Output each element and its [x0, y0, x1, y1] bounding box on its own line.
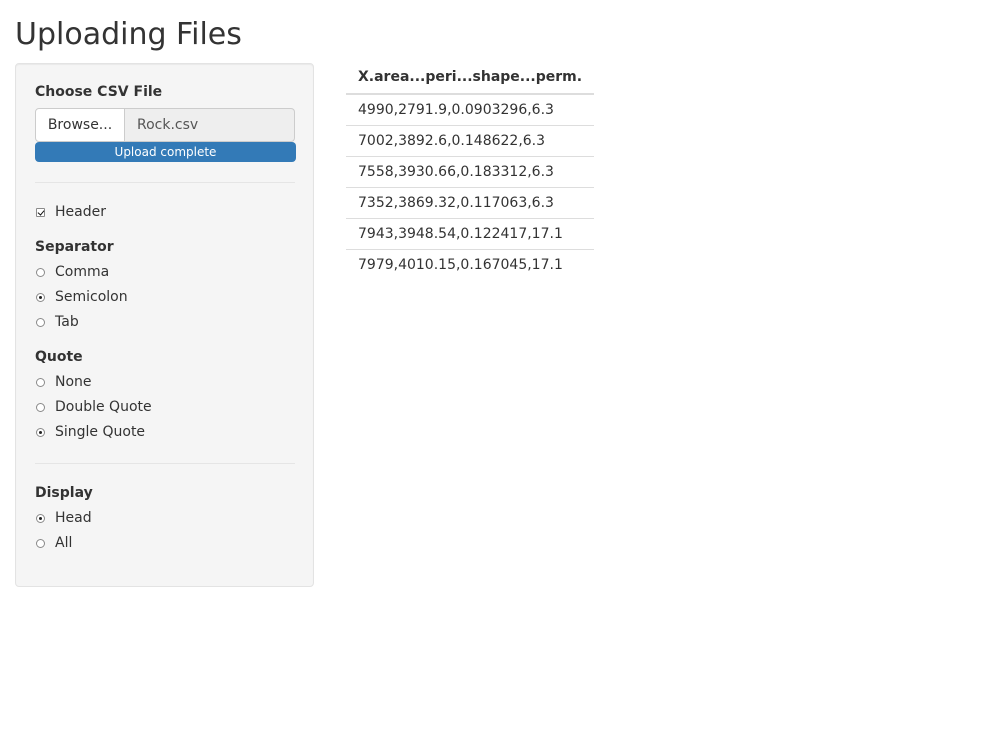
radio-button[interactable]: [36, 427, 45, 437]
table-cell: 7002,3892.6,0.148622,6.3: [346, 125, 595, 157]
radio-button[interactable]: [36, 513, 45, 523]
file-input-label: Choose CSV File: [35, 84, 163, 100]
header-checkbox[interactable]: [36, 207, 45, 217]
radio-label: Tab: [55, 314, 79, 330]
header-checkbox-label: Header: [55, 204, 106, 220]
radio-label: Double Quote: [55, 399, 152, 415]
radio-label: Semicolon: [55, 289, 128, 305]
page-title: Uploading Files: [15, 17, 242, 52]
radio-label: Comma: [55, 264, 110, 280]
radio-label: None: [55, 374, 92, 390]
table-cell: 7943,3948.54,0.122417,17.1: [346, 218, 595, 250]
radio-label: Single Quote: [55, 424, 146, 440]
radio-label: Head: [55, 510, 92, 526]
radio-button[interactable]: [36, 377, 45, 387]
display-option-all[interactable]: All: [35, 533, 72, 553]
table-row: 7943,3948.54,0.122417,17.1: [346, 218, 595, 250]
separator-label: Separator: [35, 239, 114, 255]
radio-button[interactable]: [36, 267, 45, 277]
table-row: 7979,4010.15,0.167045,17.1: [346, 249, 595, 280]
file-input-group: Browse... Rock.csv: [35, 108, 295, 142]
display-option-head[interactable]: Head: [35, 508, 92, 528]
display-label: Display: [35, 485, 93, 501]
sidebar-panel: Choose CSV File Browse... Rock.csv Uploa…: [15, 63, 314, 587]
radio-button[interactable]: [36, 538, 45, 548]
quote-option-none[interactable]: None: [35, 372, 92, 392]
divider: [35, 463, 295, 464]
header-checkbox-option[interactable]: Header: [35, 202, 106, 222]
quote-option-single[interactable]: Single Quote: [35, 422, 145, 442]
upload-progress-bar: Upload complete: [35, 142, 296, 162]
data-table: X.area...peri...shape...perm. 4990,2791.…: [346, 61, 595, 280]
radio-button[interactable]: [36, 292, 45, 302]
separator-option-semicolon[interactable]: Semicolon: [35, 287, 128, 307]
radio-label: All: [55, 535, 73, 551]
file-name-field: Rock.csv: [125, 108, 295, 142]
table-header-cell: X.area...peri...shape...perm.: [346, 61, 595, 95]
radio-button[interactable]: [36, 402, 45, 412]
table-header-row: X.area...peri...shape...perm.: [346, 61, 595, 95]
quote-option-double[interactable]: Double Quote: [35, 397, 152, 417]
browse-button[interactable]: Browse...: [35, 108, 125, 142]
quote-label: Quote: [35, 349, 83, 365]
table-row: 7002,3892.6,0.148622,6.3: [346, 125, 595, 157]
radio-button[interactable]: [36, 317, 45, 327]
table-cell: 7352,3869.32,0.117063,6.3: [346, 187, 595, 219]
divider: [35, 182, 295, 183]
table-cell: 7558,3930.66,0.183312,6.3: [346, 156, 595, 188]
table-row: 7352,3869.32,0.117063,6.3: [346, 187, 595, 219]
table-cell: 4990,2791.9,0.0903296,6.3: [358, 102, 554, 118]
separator-option-tab[interactable]: Tab: [35, 312, 79, 332]
table-cell: 7979,4010.15,0.167045,17.1: [346, 249, 595, 280]
table-row: 4990,2791.9,0.0903296,6.3: [346, 94, 594, 126]
table-row: 7558,3930.66,0.183312,6.3: [346, 156, 595, 188]
upload-progress-fill: Upload complete: [35, 142, 296, 162]
separator-option-comma[interactable]: Comma: [35, 262, 109, 282]
